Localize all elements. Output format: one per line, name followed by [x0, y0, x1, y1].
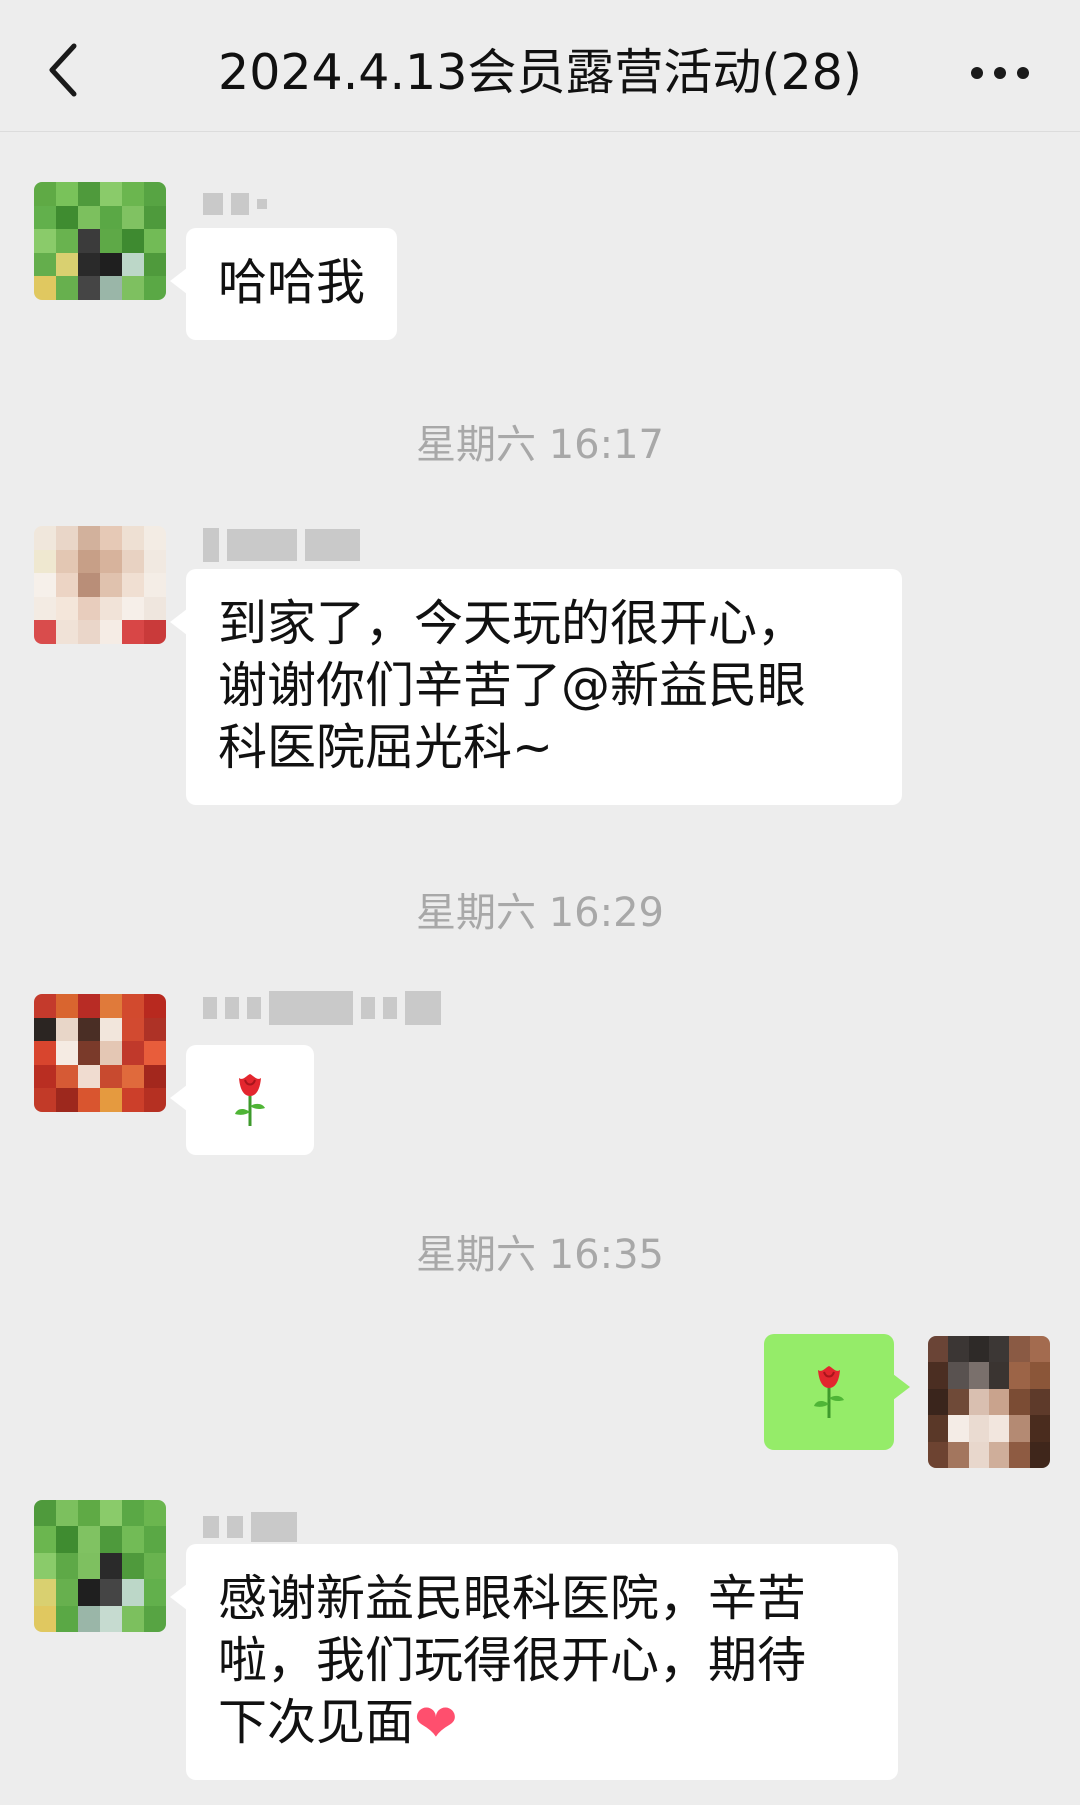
chat-header: 2024.4.13会员露营活动(28) — [0, 0, 1080, 132]
rose-emoji-icon — [814, 1366, 844, 1418]
message-bubble[interactable]: 感谢新益民眼科医院，辛苦 啦，我们玩得很开心，期待 下次见面❤ — [170, 1544, 898, 1780]
message-bubble-mine[interactable] — [764, 1334, 910, 1450]
rose-emoji-icon — [235, 1074, 265, 1126]
message-bubble[interactable] — [170, 1045, 314, 1155]
message-line: 科医院屈光科~ — [218, 719, 554, 776]
message-line: 到家了，今天玩的很开心， — [218, 595, 807, 652]
more-button[interactable] — [960, 45, 1040, 101]
avatar[interactable] — [34, 1500, 166, 1632]
sender-nickname — [203, 991, 441, 1025]
message-line: 感谢新益民眼科医院，辛苦 — [218, 1570, 807, 1627]
message-bubble[interactable]: 哈哈我 — [169, 228, 398, 340]
sender-nickname — [203, 187, 267, 221]
heart-emoji-icon: ❤ — [414, 1694, 458, 1754]
sender-nickname — [203, 528, 360, 562]
message-line: 啦，我们玩得很开心，期待 — [218, 1632, 807, 1689]
message-line: 谢谢你们辛苦了@新益民眼 — [218, 657, 807, 714]
my-avatar[interactable] — [928, 1336, 1050, 1468]
message-bubble[interactable]: 到家了，今天玩的很开心， 谢谢你们辛苦了@新益民眼 科医院屈光科~ — [170, 569, 902, 805]
avatar[interactable] — [34, 994, 166, 1112]
avatar[interactable] — [34, 526, 166, 644]
avatar[interactable] — [34, 182, 166, 300]
ellipsis-icon — [971, 67, 1029, 79]
timestamp: 星期六 16:35 — [416, 1232, 664, 1278]
timestamp: 星期六 16:17 — [416, 422, 664, 468]
chat-title: 2024.4.13会员露营活动(28) — [218, 44, 862, 101]
message-text: 哈哈我 — [218, 254, 366, 311]
message-line-text: 下次见面 — [218, 1694, 415, 1751]
message-line: 下次见面❤ — [218, 1692, 866, 1754]
sender-nickname — [203, 1510, 297, 1544]
timestamp: 星期六 16:29 — [416, 890, 664, 936]
